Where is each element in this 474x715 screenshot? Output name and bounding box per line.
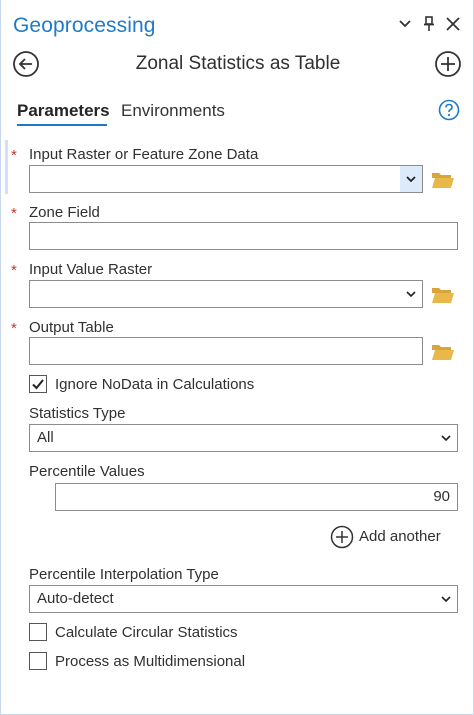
chevron-down-icon — [441, 595, 451, 602]
input-zone-dropdown[interactable] — [29, 165, 423, 193]
help-question-icon — [438, 99, 460, 121]
required-marker: * — [11, 262, 17, 279]
percentile-interpolation-value: Auto-detect — [37, 590, 114, 607]
output-table-field[interactable] — [29, 337, 423, 365]
percentile-value: 90 — [433, 488, 450, 505]
chevron-down-icon — [406, 175, 416, 182]
statistics-type-label: Statistics Type — [29, 405, 126, 422]
chevron-down-icon — [441, 434, 451, 441]
tab-bar: Parameters Environments — [1, 98, 473, 130]
input-zone-field[interactable] — [30, 166, 422, 192]
plus-circle-icon — [435, 51, 461, 77]
folder-icon — [432, 173, 454, 188]
statistics-type-value: All — [37, 429, 54, 446]
pane-titlebar: Geoprocessing — [1, 0, 473, 44]
multidimensional-checkbox[interactable] — [29, 652, 47, 670]
statistics-type-dropdown[interactable]: All — [29, 424, 458, 452]
tool-header: Zonal Statistics as Table — [1, 48, 473, 84]
back-button[interactable] — [12, 50, 40, 78]
active-parameter-indicator — [5, 140, 8, 194]
required-marker: * — [11, 320, 17, 337]
active-tab-indicator — [17, 124, 107, 126]
checkmark-icon — [32, 379, 44, 390]
folder-icon — [432, 345, 454, 360]
input-value-raster-label: Input Value Raster — [29, 261, 153, 278]
multidimensional-label: Process as Multidimensional — [55, 653, 246, 670]
percentile-value-input[interactable]: 90 — [55, 483, 458, 511]
input-value-raster-dropdown-button[interactable] — [400, 281, 422, 307]
plus-circle-icon — [330, 525, 354, 549]
tab-environments[interactable]: Environments — [121, 101, 225, 121]
chevron-down-icon — [406, 290, 416, 297]
ignore-nodata-label: Ignore NoData in Calculations — [55, 376, 255, 393]
input-zone-dropdown-button[interactable] — [400, 166, 422, 192]
back-arrow-icon — [13, 51, 39, 77]
pin-icon — [424, 16, 434, 31]
help-button[interactable] — [438, 99, 460, 121]
pane-title: Geoprocessing — [13, 14, 156, 37]
input-value-raster-browse-button[interactable] — [431, 285, 455, 305]
pane-options-button[interactable] — [395, 14, 415, 34]
output-table-input[interactable] — [30, 338, 422, 364]
input-zone-label: Input Raster or Feature Zone Data — [29, 146, 259, 163]
percentile-values-label: Percentile Values — [29, 463, 145, 480]
output-table-browse-button[interactable] — [431, 342, 455, 362]
circular-statistics-checkbox[interactable] — [29, 623, 47, 641]
add-another-label[interactable]: Add another — [359, 528, 441, 545]
percentile-interpolation-dropdown-button[interactable] — [435, 586, 457, 612]
close-button[interactable] — [443, 14, 463, 34]
ignore-nodata-checkbox[interactable] — [29, 375, 47, 393]
output-table-label: Output Table — [29, 319, 114, 336]
percentile-interpolation-label: Percentile Interpolation Type — [29, 566, 219, 583]
add-another-button[interactable] — [330, 525, 354, 549]
add-tool-button[interactable] — [434, 50, 462, 78]
tool-title: Zonal Statistics as Table — [135, 53, 341, 74]
tab-parameters[interactable]: Parameters — [17, 101, 110, 121]
required-marker: * — [11, 205, 17, 222]
circular-statistics-label: Calculate Circular Statistics — [55, 624, 238, 641]
folder-icon — [432, 288, 454, 303]
statistics-type-dropdown-button[interactable] — [435, 425, 457, 451]
zone-field-dropdown[interactable] — [29, 222, 458, 250]
percentile-interpolation-dropdown[interactable]: Auto-detect — [29, 585, 458, 613]
chevron-down-icon — [399, 20, 411, 28]
pin-button[interactable] — [419, 14, 439, 34]
geoprocessing-pane: Geoprocessing Zonal Statistics as Table — [0, 0, 474, 715]
input-value-raster-field[interactable] — [30, 281, 422, 307]
zone-field-label: Zone Field — [29, 204, 100, 221]
close-icon — [446, 17, 460, 31]
input-value-raster-dropdown[interactable] — [29, 280, 423, 308]
zone-field-input[interactable] — [30, 223, 457, 249]
input-zone-browse-button[interactable] — [431, 170, 455, 190]
required-marker: * — [11, 147, 17, 164]
